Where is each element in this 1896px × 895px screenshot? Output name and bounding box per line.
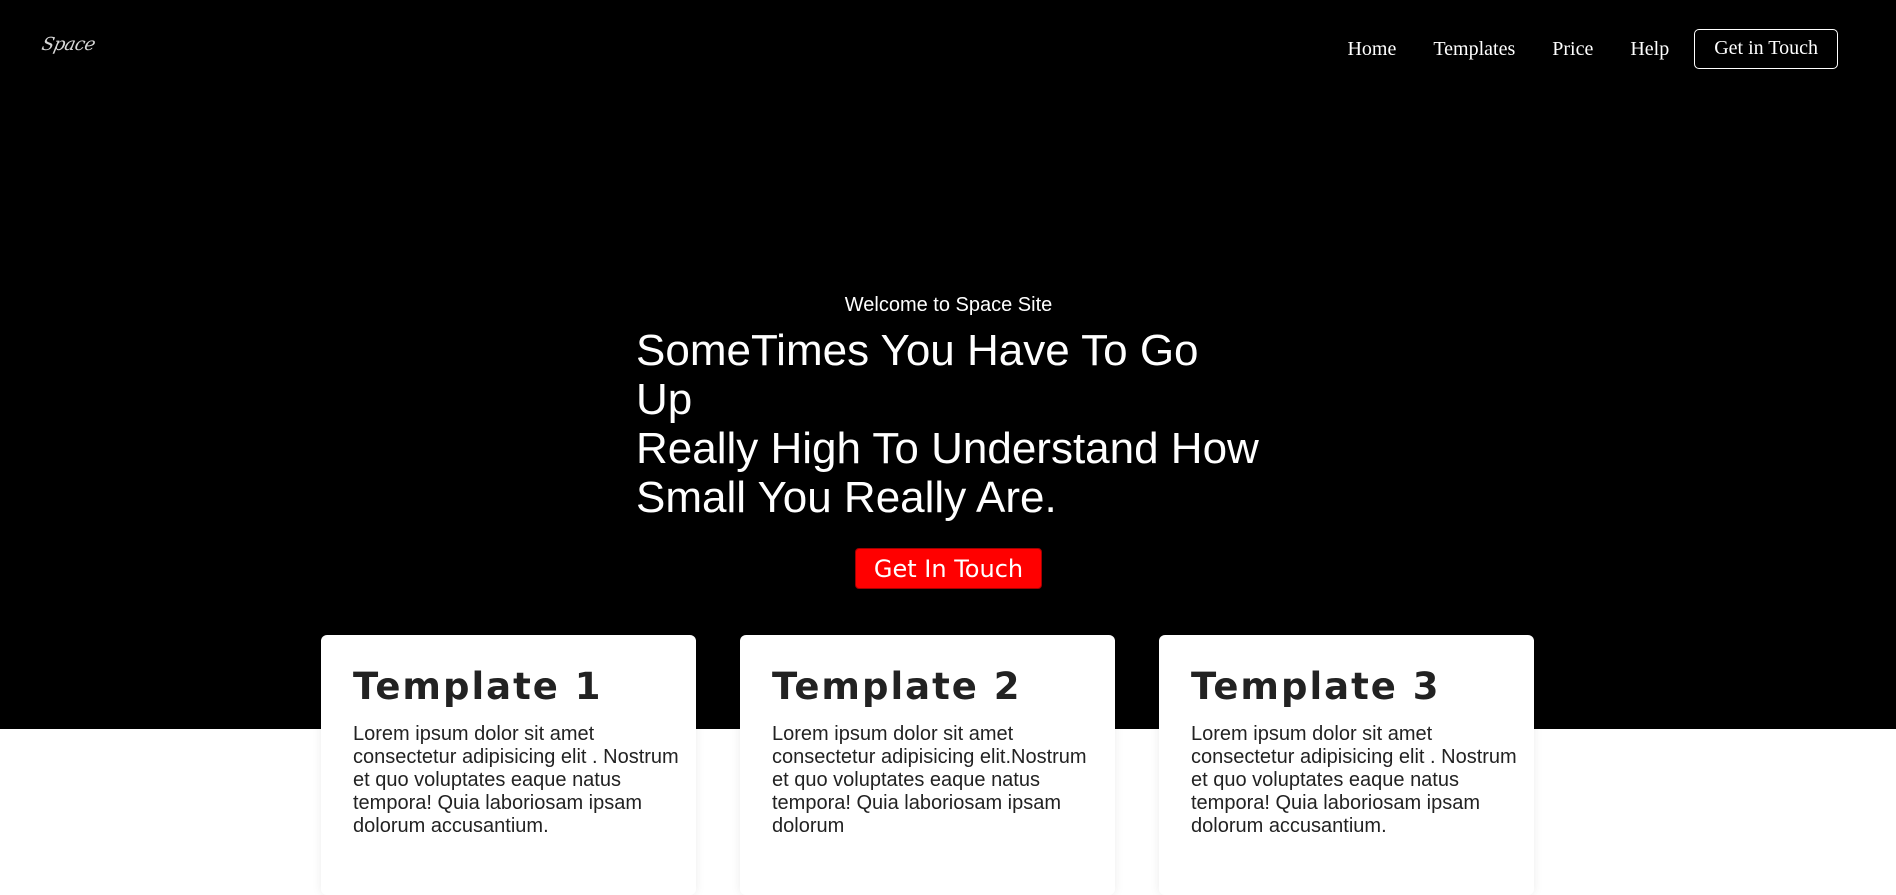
logo[interactable]: Space [40,34,97,55]
nav-link-price[interactable]: Price [1552,38,1593,61]
template-card-2[interactable]: Template 2 Lorem ipsum dolor sit amet co… [740,635,1115,895]
template-card-1[interactable]: Template 1 Lorem ipsum dolor sit amet co… [321,635,696,895]
hero-section: Space Home Templates Price Help Get in T… [0,0,1896,729]
hero-headline: SomeTimes You Have To Go Up Really High … [636,326,1266,522]
cta-wrapper: Get In Touch [636,548,1261,589]
headline-line-1: SomeTimes You Have To Go Up [636,326,1199,424]
card-text: Lorem ipsum dolor sit amet consectetur a… [772,723,1087,837]
headline-line-2: Really High To Understand How [636,424,1259,473]
main-nav: Home Templates Price Help Get in Touch [1347,29,1838,69]
card-title: Template 1 [353,665,603,708]
headline-line-3: Small You Really Are. [636,473,1057,522]
nav-link-help[interactable]: Help [1630,38,1669,61]
nav-link-templates[interactable]: Templates [1433,38,1515,61]
card-text: Lorem ipsum dolor sit amet consectetur a… [1191,723,1517,837]
card-title: Template 2 [772,665,1022,708]
get-in-touch-button[interactable]: Get In Touch [854,548,1043,589]
card-title: Template 3 [1191,665,1441,708]
template-card-3[interactable]: Template 3 Lorem ipsum dolor sit amet co… [1159,635,1534,895]
card-text: Lorem ipsum dolor sit amet consectetur a… [353,723,679,837]
welcome-text: Welcome to Space Site [844,294,1053,316]
nav-get-in-touch-button[interactable]: Get in Touch [1694,29,1838,69]
hero-content: Welcome to Space Site SomeTimes You Have… [636,293,1266,589]
nav-link-home[interactable]: Home [1347,38,1396,61]
